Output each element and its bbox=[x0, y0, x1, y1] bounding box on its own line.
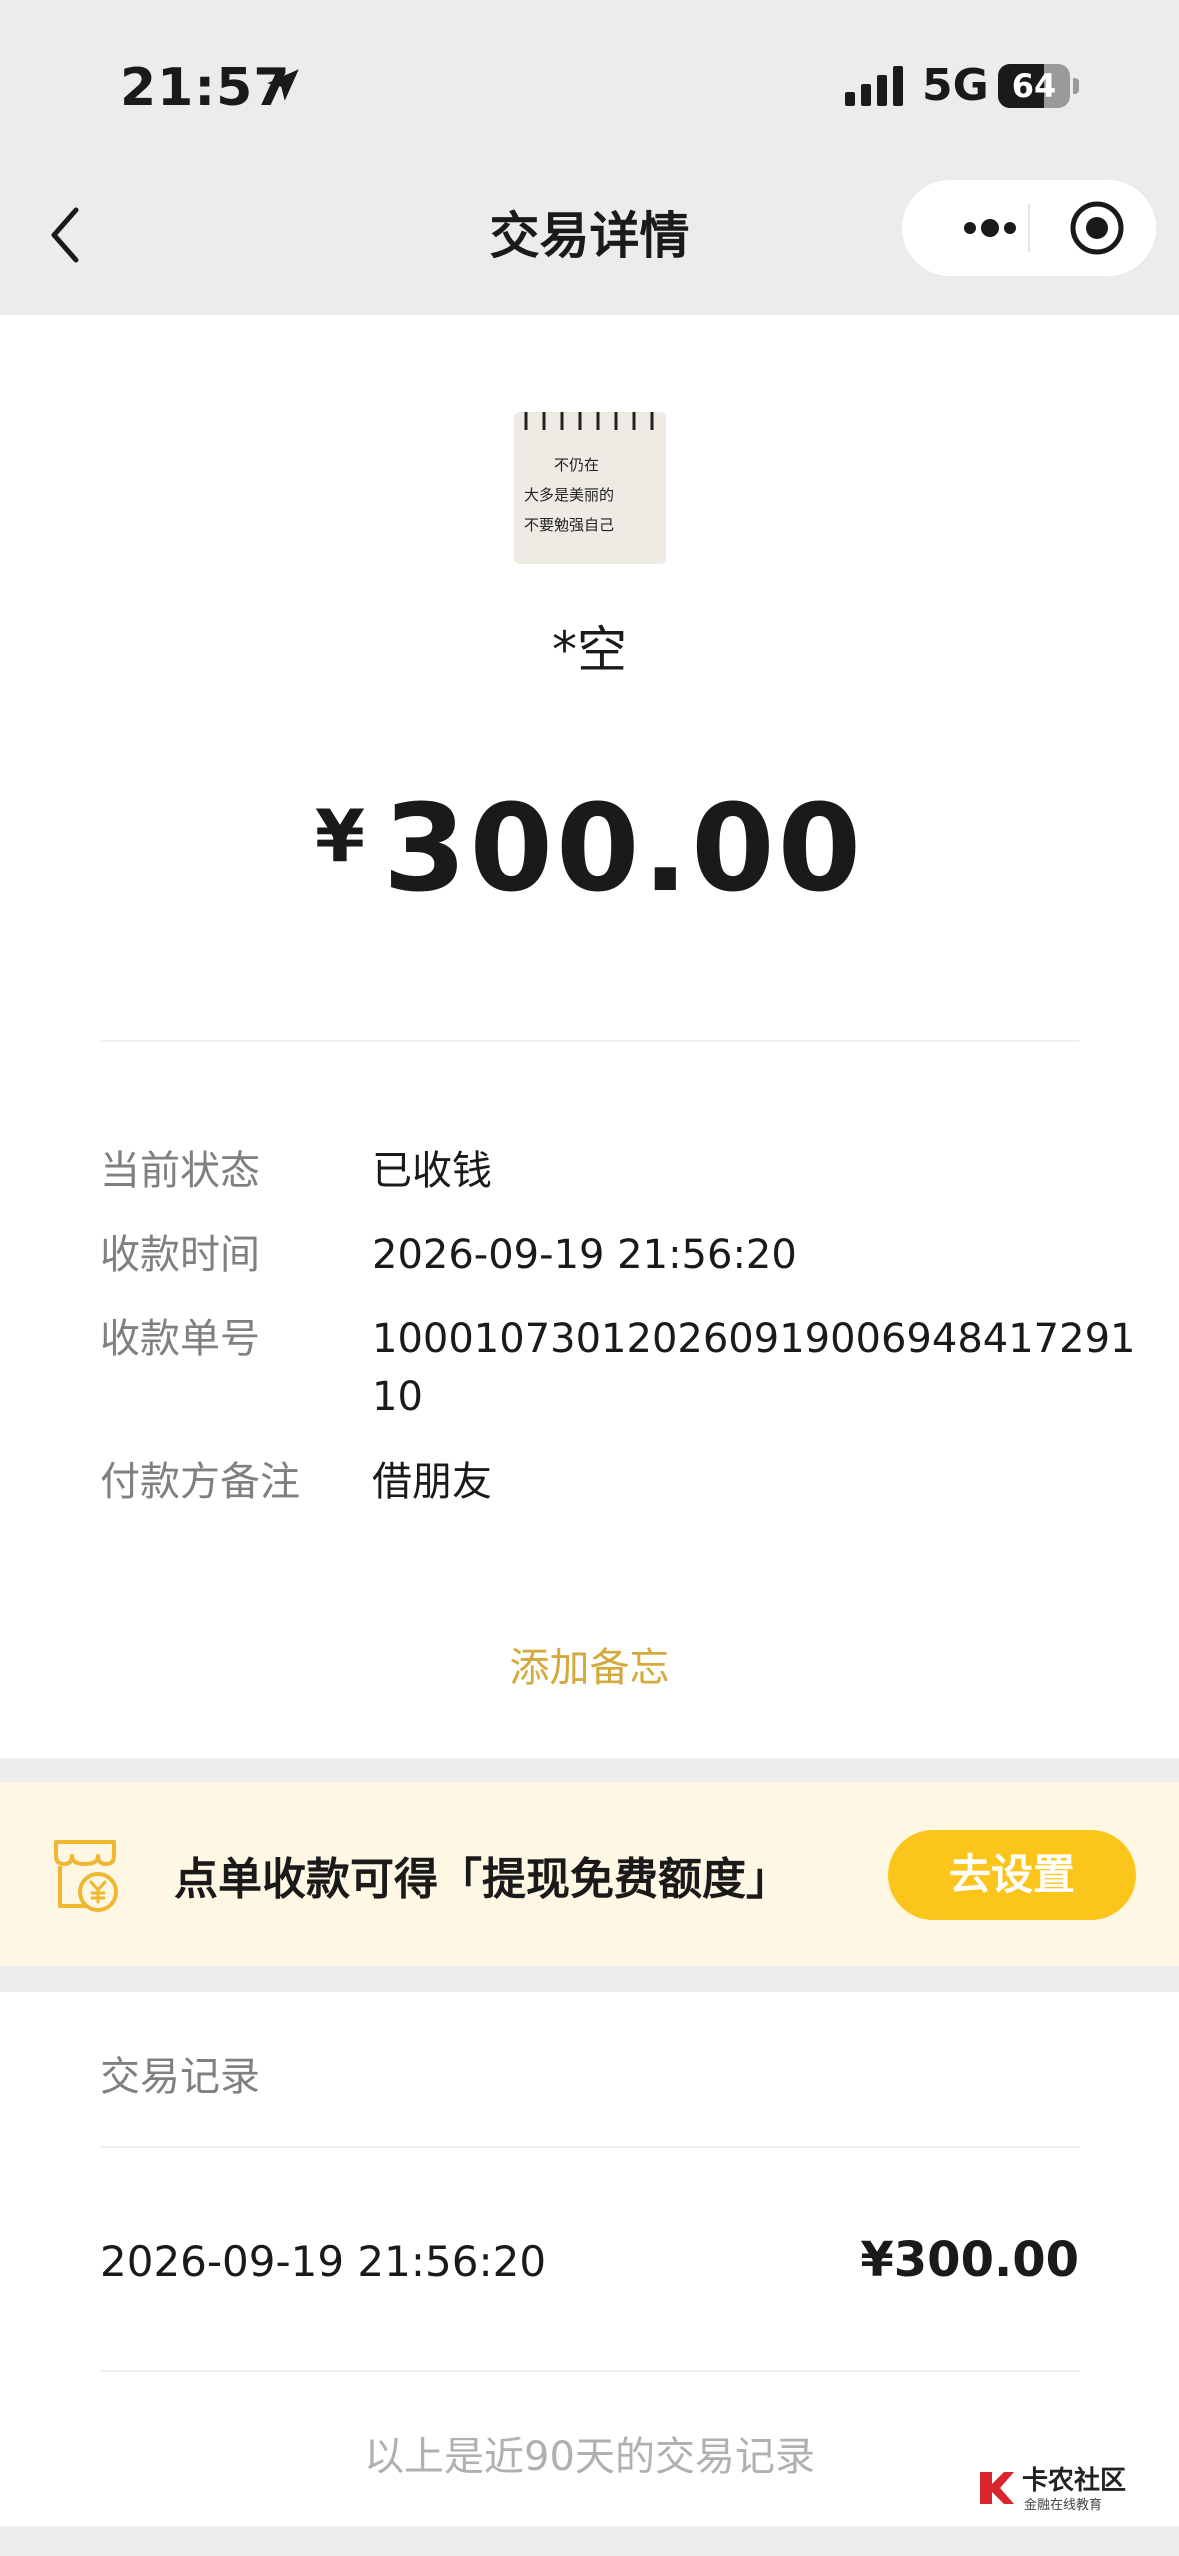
location-arrow-icon bbox=[267, 69, 299, 101]
promo-banner: 点单收款可得「提现免费额度」 去设置 bbox=[0, 1782, 1179, 1966]
record-amount: ¥300.00 bbox=[860, 2232, 1079, 2288]
detail-label: 收款时间 bbox=[100, 1232, 260, 1278]
detail-label: 当前状态 bbox=[100, 1148, 260, 1194]
more-dots-icon[interactable] bbox=[932, 180, 1042, 276]
svg-text:大多是美丽的: 大多是美丽的 bbox=[524, 486, 614, 504]
battery-icon: 64 bbox=[998, 64, 1079, 108]
transaction-card: 不仍在 大多是美丽的 不要勉强自己 *空 ¥300.00 当前状态 已收钱 收款… bbox=[0, 315, 1179, 1758]
add-memo-link[interactable]: 添加备忘 bbox=[0, 1635, 1179, 1693]
capsule-divider bbox=[1028, 204, 1030, 252]
records-title: 交易记录 bbox=[100, 2054, 260, 2100]
status-bar: 21:57 5G 64 bbox=[0, 0, 1179, 170]
detail-value: 借朋友 bbox=[372, 1459, 492, 1505]
miniprogram-capsule bbox=[902, 180, 1156, 276]
svg-text:不要勉强自己: 不要勉强自己 bbox=[524, 516, 614, 534]
avatar-notebook-image: 不仍在 大多是美丽的 不要勉强自己 bbox=[514, 412, 666, 564]
network-type: 5G bbox=[922, 60, 989, 111]
watermark-logo: 卡农社区 金融在线教育 bbox=[978, 2460, 1158, 2518]
signal-icon bbox=[845, 66, 903, 106]
divider bbox=[100, 2146, 1079, 2148]
currency-symbol: ¥ bbox=[314, 794, 366, 878]
payer-name: *空 bbox=[552, 621, 627, 679]
payer-avatar[interactable]: 不仍在 大多是美丽的 不要勉强自己 bbox=[514, 412, 666, 564]
watermark-title: 卡农社区 bbox=[1022, 2466, 1127, 2496]
detail-label: 付款方备注 bbox=[100, 1459, 300, 1505]
close-target-icon[interactable] bbox=[1042, 180, 1152, 276]
go-settings-button[interactable]: 去设置 bbox=[888, 1830, 1136, 1920]
detail-value: 已收钱 bbox=[372, 1148, 492, 1194]
svg-text:不仍在: 不仍在 bbox=[554, 456, 599, 474]
divider bbox=[100, 1040, 1079, 1042]
detail-value: 2026-09-19 21:56:20 bbox=[372, 1232, 797, 1278]
record-time: 2026-09-19 21:56:20 bbox=[100, 2237, 547, 2286]
amount-value: 300.00 bbox=[383, 780, 865, 919]
detail-label: 收款单号 bbox=[100, 1316, 260, 1362]
watermark-subtitle: 金融在线教育 bbox=[1024, 2498, 1103, 2513]
transaction-records: 交易记录 2026-09-19 21:56:20 ¥300.00 以上是近90天… bbox=[0, 1992, 1179, 2526]
nav-bar: 交易详情 bbox=[0, 170, 1179, 315]
divider bbox=[100, 2370, 1079, 2372]
battery-percent: 64 bbox=[1011, 67, 1057, 105]
amount: ¥300.00 bbox=[0, 780, 1179, 919]
shop-yuan-icon bbox=[54, 1840, 118, 1912]
promo-text: 点单收款可得「提现免费额度」 bbox=[174, 1854, 790, 1905]
kanong-logo-icon bbox=[980, 2472, 1014, 2504]
detail-value[interactable]: 100010730120260919006948417291 10 bbox=[372, 1310, 1172, 1426]
